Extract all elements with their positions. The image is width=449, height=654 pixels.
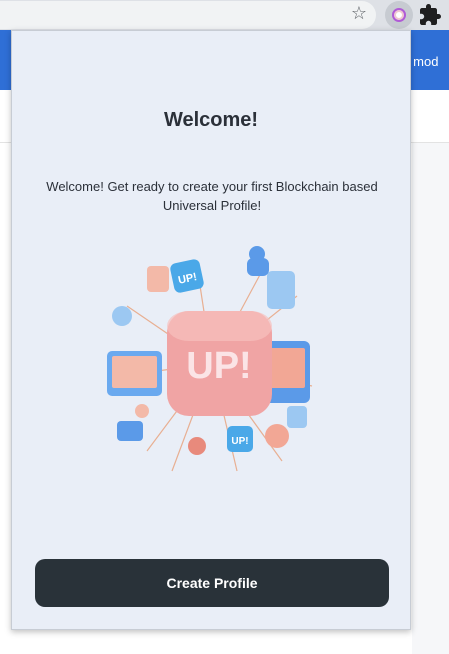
puzzle-icon[interactable] bbox=[418, 3, 442, 27]
welcome-title: Welcome! bbox=[163, 109, 259, 131]
cube-label: UP! bbox=[186, 345, 251, 387]
address-bar[interactable] bbox=[0, 1, 376, 29]
page-background bbox=[412, 143, 449, 654]
create-profile-button[interactable]: Create Profile bbox=[35, 559, 389, 607]
browser-toolbar: ☆ bbox=[0, 0, 449, 30]
star-icon[interactable]: ☆ bbox=[348, 3, 370, 25]
extension-popup: Welcome! Welcome! Get ready to create yo… bbox=[11, 30, 411, 630]
envelope-shape bbox=[117, 421, 143, 441]
universal-profile-extension-icon[interactable] bbox=[385, 1, 413, 29]
welcome-message: Welcome! Get ready to create your first … bbox=[46, 179, 378, 213]
document-shape bbox=[267, 271, 295, 309]
badge-bottom-label: UP! bbox=[231, 436, 248, 447]
extension-logo-icon bbox=[392, 8, 406, 22]
up-illustration: UP! UP! UP! bbox=[107, 246, 313, 472]
